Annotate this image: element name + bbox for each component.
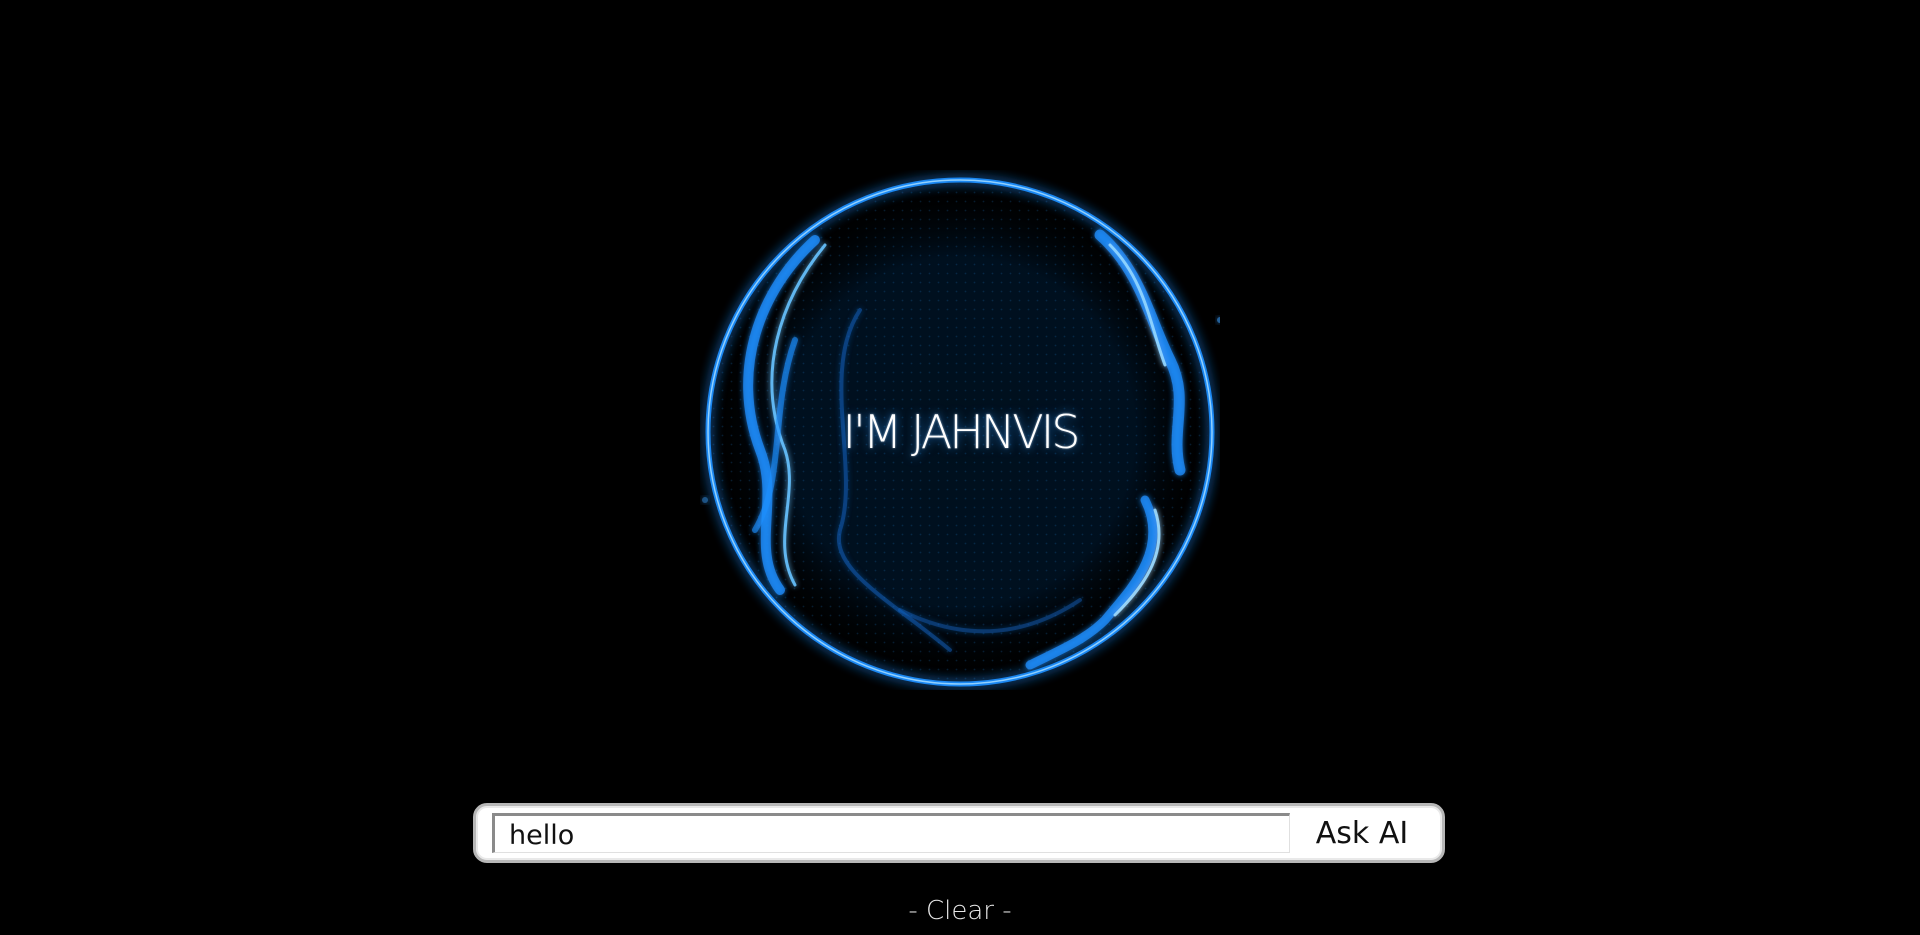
ask-ai-button[interactable]: Ask AI: [1296, 811, 1428, 855]
clear-button[interactable]: - Clear -: [860, 896, 1060, 926]
orb: I'M JAHNVIS: [700, 170, 1220, 690]
ask-bar: Ask AI: [473, 803, 1445, 863]
assistant-title: I'M JAHNVIS: [842, 405, 1081, 459]
prompt-input[interactable]: [492, 813, 1290, 853]
app-stage: I'M JAHNVIS Ask AI - Clear -: [0, 0, 1920, 935]
